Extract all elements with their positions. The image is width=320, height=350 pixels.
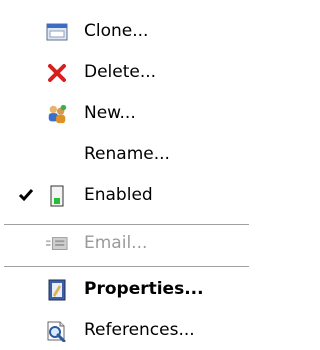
menu-item-clone[interactable]: Clone... [0,11,253,51]
menu-item-label: References... [84,320,195,340]
checkmark-icon [16,175,36,215]
menu-item-rename[interactable]: Rename... [0,134,253,174]
menu-item-new[interactable]: New... [0,93,253,133]
delete-x-icon [46,62,68,84]
menu-item-enabled[interactable]: Enabled [0,175,253,215]
menu-item-label: Clone... [84,21,149,41]
menu-item-email: Email... [0,223,253,263]
menu-item-delete[interactable]: Delete... [0,52,253,92]
menu-item-properties[interactable]: Properties... [0,269,253,309]
clone-window-icon [46,21,68,43]
menu-item-label: Properties... [84,279,204,299]
references-icon [46,320,68,342]
enabled-status-icon [46,185,68,207]
email-icon [46,233,68,255]
menu-item-label: Enabled [84,185,153,205]
context-menu: Clone... Delete... New... Rename... Enab… [0,0,253,350]
menu-item-references[interactable]: References... [0,310,253,350]
new-users-icon [46,103,68,125]
menu-item-label: Email... [84,233,148,253]
menu-item-label: New... [84,103,136,123]
menu-separator [4,266,249,267]
properties-icon [46,279,68,301]
menu-item-label: Delete... [84,62,157,82]
menu-item-label: Rename... [84,144,170,164]
